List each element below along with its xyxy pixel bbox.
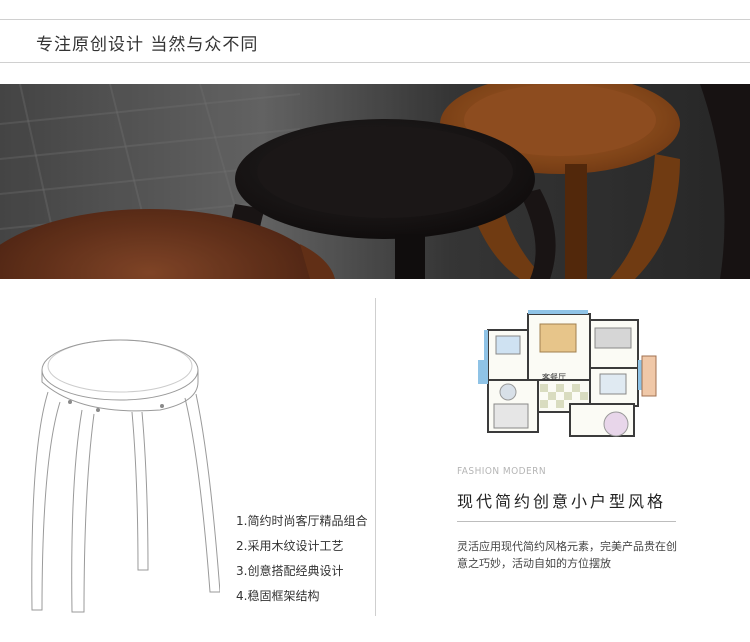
top-rule <box>0 19 750 20</box>
stools-photo <box>0 84 750 279</box>
feature-item: 2.采用木纹设计工艺 <box>236 539 344 553</box>
section-title: 现代简约创意小户型风格 <box>457 492 667 511</box>
column-divider <box>375 298 376 616</box>
feature-item: 1.简约时尚客厅精品组合 <box>236 514 368 528</box>
floorplan-icon: 客餐厅 <box>478 310 657 437</box>
section-eyebrow: FASHION MODERN <box>457 466 547 477</box>
stool-sketch <box>31 339 220 613</box>
floorplan-image: 客餐厅 <box>470 300 660 440</box>
feature-item: 4.稳固框架结构 <box>236 589 320 603</box>
hero-image <box>0 84 750 279</box>
page-title: 专注原创设计 当然与众不同 <box>36 35 259 55</box>
floorplan-room-label: 客餐厅 <box>542 372 566 382</box>
feature-item: 3.创意搭配经典设计 <box>236 564 344 578</box>
section-description: 灵活应用现代简约风格元素，完美产品贵在创意之巧妙，活动自如的方位摆放 <box>457 540 677 570</box>
section-rule <box>457 521 676 522</box>
feature-list: 1.简约时尚客厅精品组合 2.采用木纹设计工艺 3.创意搭配经典设计 4.稳固框… <box>236 513 367 613</box>
header-rule <box>0 62 750 63</box>
